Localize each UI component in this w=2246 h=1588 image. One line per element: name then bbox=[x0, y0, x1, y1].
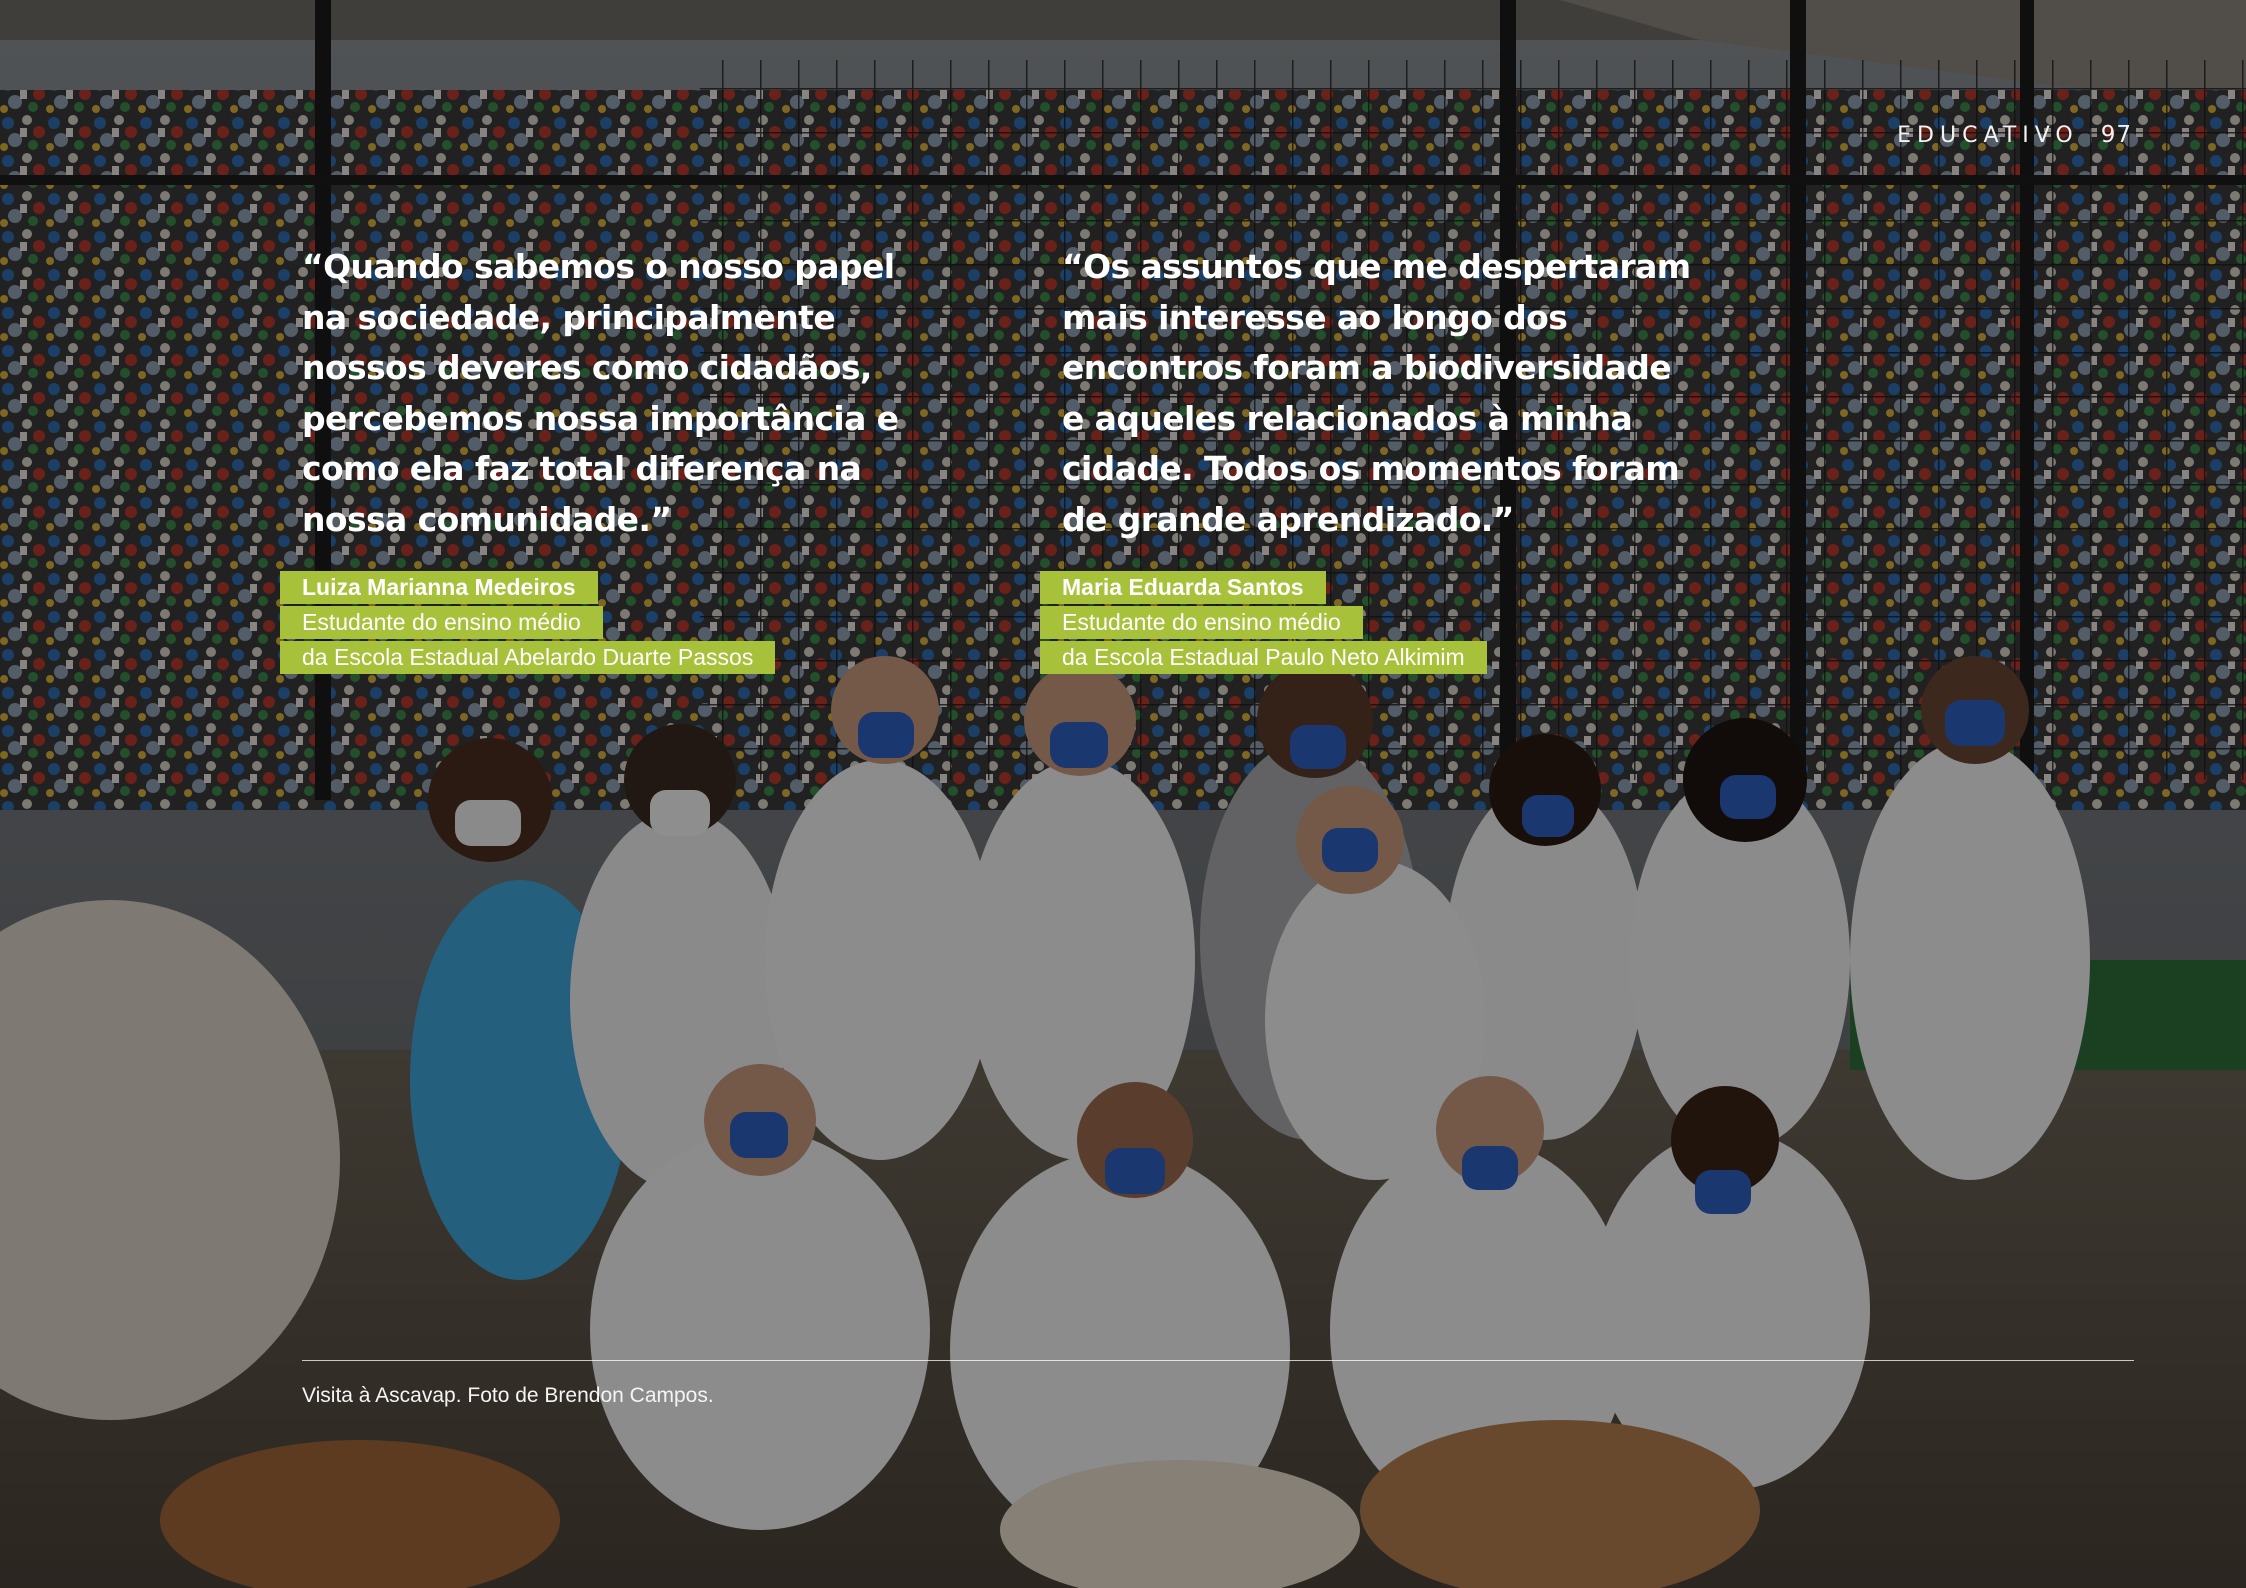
testimonial-left: “Quando sabemos o nosso papel na socieda… bbox=[280, 242, 962, 676]
author-school: da Escola Estadual Paulo Neto Alkimim bbox=[1040, 641, 1487, 674]
running-head: EDUCATIVO 97 bbox=[1897, 122, 2132, 148]
page-number: 97 bbox=[2100, 122, 2132, 148]
photo-caption: Visita à Ascavap. Foto de Brendon Campos… bbox=[302, 1384, 714, 1407]
author-role: Estudante do ensino médio bbox=[280, 606, 603, 639]
photo-dark-overlay bbox=[0, 0, 2246, 1588]
section-label: EDUCATIVO bbox=[1897, 123, 2079, 148]
author-role: Estudante do ensino médio bbox=[1040, 606, 1363, 639]
author-name: Maria Eduarda Santos bbox=[1040, 571, 1326, 604]
quote-text: “Quando sabemos o nosso papel na socieda… bbox=[302, 247, 899, 539]
caption-divider bbox=[302, 1360, 2134, 1361]
attribution: Maria Eduarda Santos Estudante do ensino… bbox=[1040, 571, 1722, 676]
author-name: Luiza Marianna Medeiros bbox=[280, 571, 598, 604]
author-school: da Escola Estadual Abelardo Duarte Passo… bbox=[280, 641, 776, 674]
testimonial-right: “Os assuntos que me despertaram mais int… bbox=[1040, 242, 1722, 676]
quote-text: “Os assuntos que me despertaram mais int… bbox=[1062, 247, 1691, 539]
attribution: Luiza Marianna Medeiros Estudante do ens… bbox=[280, 571, 962, 676]
